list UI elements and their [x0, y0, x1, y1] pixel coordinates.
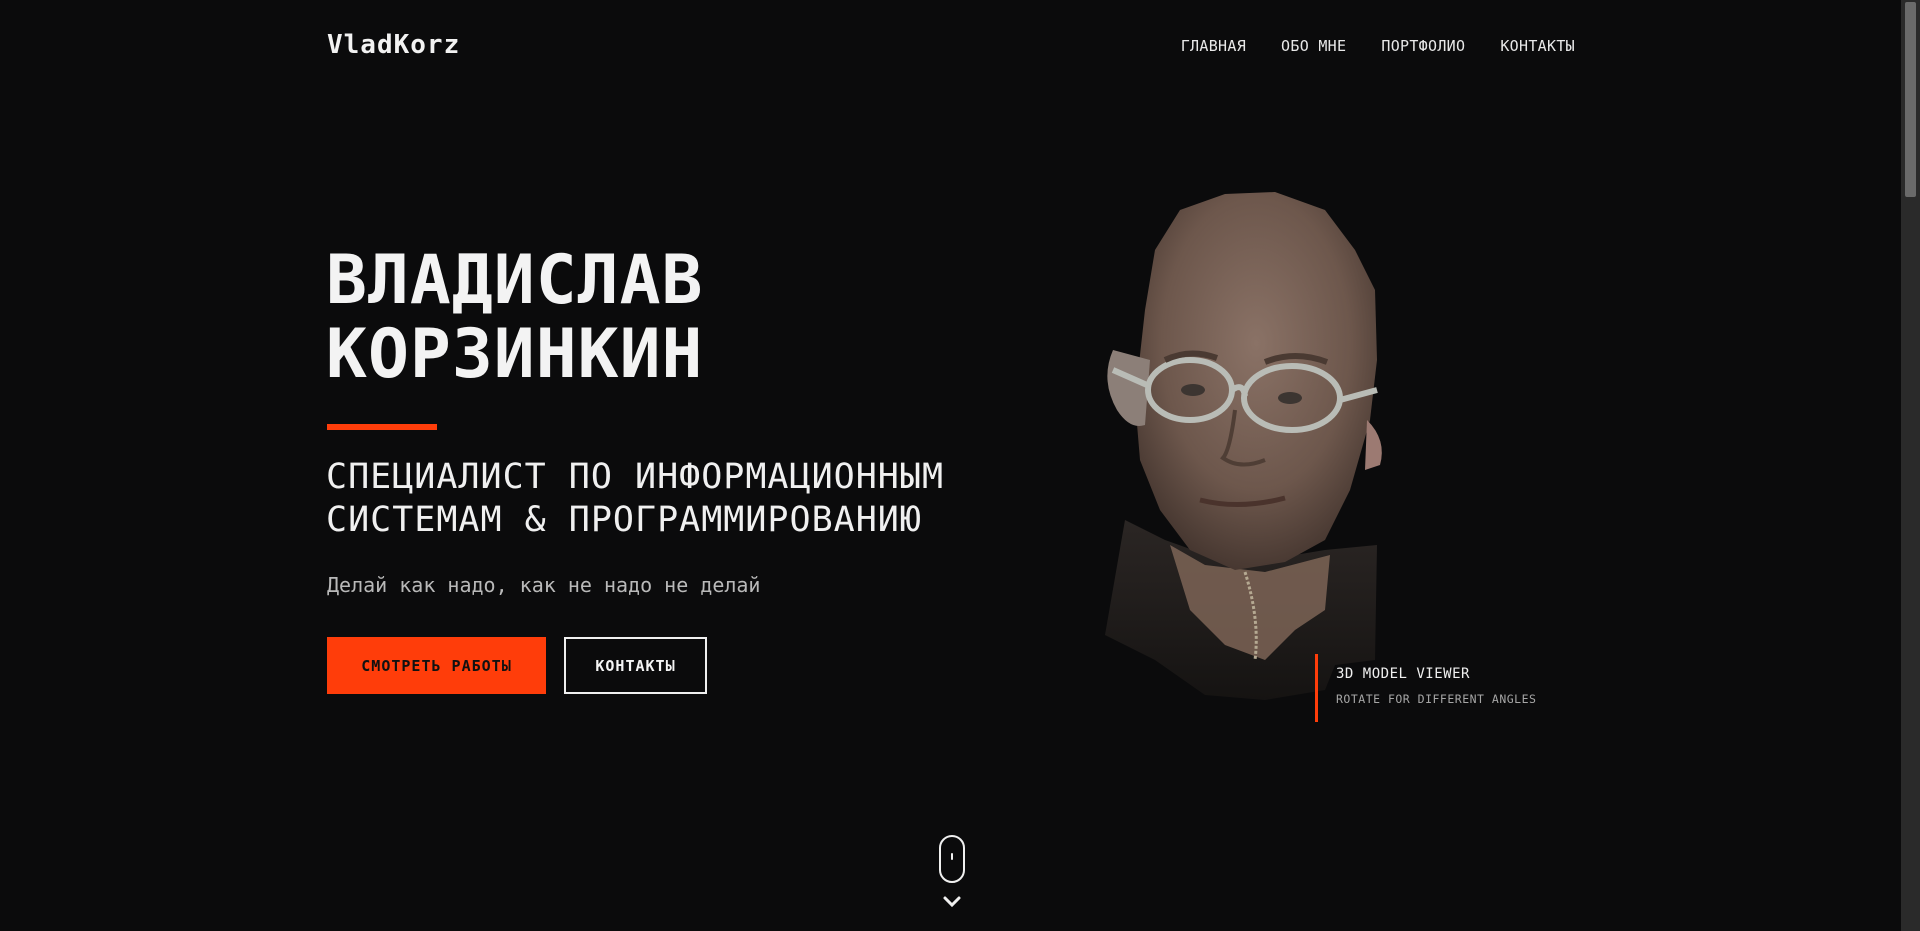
main-nav: ГЛАВНАЯ ОБО МНЕ ПОРТФОЛИО КОНТАКТЫ	[1181, 37, 1575, 55]
chevron-down-icon[interactable]	[942, 895, 962, 909]
nav-item-contacts[interactable]: КОНТАКТЫ	[1500, 37, 1575, 55]
hero-tagline: Делай как надо, как не надо не делай	[327, 573, 761, 597]
mouse-icon[interactable]	[939, 835, 965, 883]
nav-item-portfolio[interactable]: ПОРТФОЛИО	[1381, 37, 1465, 55]
model-viewer-subtitle: ROTATE FOR DIFFERENT ANGLES	[1336, 692, 1537, 706]
nav-item-home[interactable]: ГЛАВНАЯ	[1181, 37, 1246, 55]
site-logo[interactable]: VladKorz	[327, 30, 460, 60]
page: VladKorz ГЛАВНАЯ ОБО МНЕ ПОРТФОЛИО КОНТА…	[0, 0, 1901, 931]
hero-subtitle-line-1: СПЕЦИАЛИСТ ПО ИНФОРМАЦИОННЫМ	[326, 457, 945, 497]
hero-subtitle-line-2: СИСТЕМАМ & ПРОГРАММИРОВАНИЮ	[326, 500, 922, 540]
contacts-button[interactable]: КОНТАКТЫ	[564, 637, 707, 694]
3d-head-model[interactable]	[1095, 190, 1415, 705]
model-viewer-caption: 3D MODEL VIEWER ROTATE FOR DIFFERENT ANG…	[1315, 654, 1536, 722]
view-works-button[interactable]: СМОТРЕТЬ РАБОТЫ	[327, 637, 546, 694]
mouse-wheel	[951, 853, 953, 860]
scrollbar-thumb[interactable]	[1905, 2, 1916, 197]
nav-item-about[interactable]: ОБО МНЕ	[1281, 37, 1346, 55]
hero-title-line-2: КОРЗИНКИН	[326, 315, 704, 394]
accent-divider	[327, 424, 437, 430]
hero-title-line-1: ВЛАДИСЛАВ	[326, 241, 704, 320]
hero-subtitle: СПЕЦИАЛИСТ ПО ИНФОРМАЦИОННЫМ СИСТЕМАМ & …	[326, 456, 944, 542]
page-scrollbar[interactable]	[1901, 0, 1920, 931]
hero-title: ВЛАДИСЛАВ КОРЗИНКИН	[326, 244, 703, 392]
model-viewer-title: 3D MODEL VIEWER	[1336, 666, 1470, 682]
